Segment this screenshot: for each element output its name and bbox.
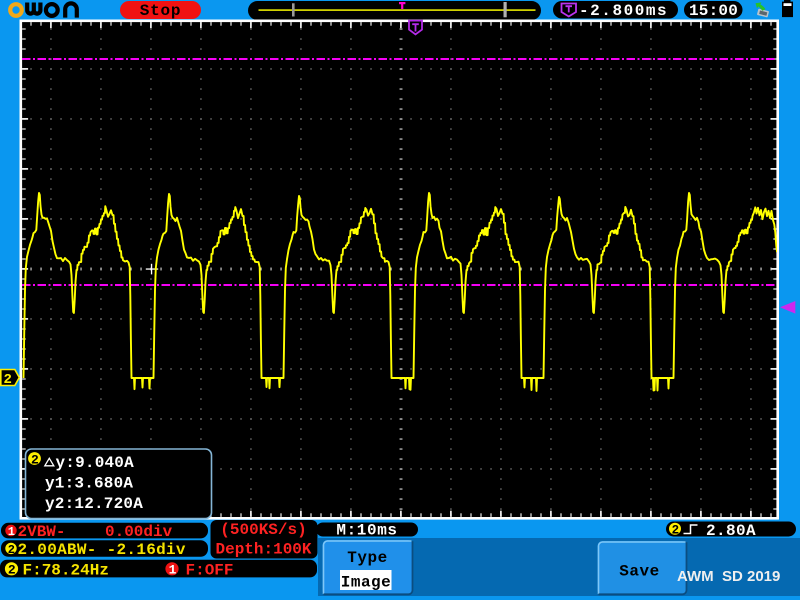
svg-text:Type: Type — [347, 549, 387, 567]
svg-text:1: 1 — [169, 563, 177, 578]
svg-text:Depth:100K: Depth:100K — [215, 541, 311, 559]
svg-text:2: 2 — [672, 523, 680, 537]
svg-text:1: 1 — [8, 525, 15, 539]
svg-text:AWM SD 2019: AWM SD 2019 — [677, 568, 780, 585]
svg-text:2.00ABW- -2.16div: 2.00ABW- -2.16div — [18, 541, 186, 559]
svg-text:Image: Image — [341, 573, 392, 591]
svg-text:F:78.24Hz: F:78.24Hz — [23, 561, 109, 579]
svg-text:y2:12.720A: y2:12.720A — [45, 495, 143, 513]
svg-text:0.00div: 0.00div — [105, 523, 173, 541]
svg-text:2: 2 — [31, 452, 39, 467]
svg-text:M:10ms: M:10ms — [336, 522, 397, 540]
svg-text:15:00: 15:00 — [689, 2, 738, 20]
svg-text:y1:3.680A: y1:3.680A — [45, 475, 133, 493]
svg-text:Save: Save — [619, 563, 659, 581]
svg-text:-2.800ms: -2.800ms — [579, 2, 668, 20]
svg-text:2: 2 — [8, 563, 16, 578]
svg-text:2VBW-: 2VBW- — [18, 523, 66, 541]
svg-text:(500KS/s): (500KS/s) — [220, 521, 306, 539]
svg-text:F:OFF: F:OFF — [186, 561, 234, 579]
svg-text:2.80A: 2.80A — [706, 522, 756, 540]
svg-text:2: 2 — [8, 543, 15, 557]
svg-text:Stop: Stop — [140, 2, 182, 20]
svg-text:2: 2 — [4, 372, 12, 388]
svg-text:y:9.040A: y:9.040A — [56, 454, 135, 472]
